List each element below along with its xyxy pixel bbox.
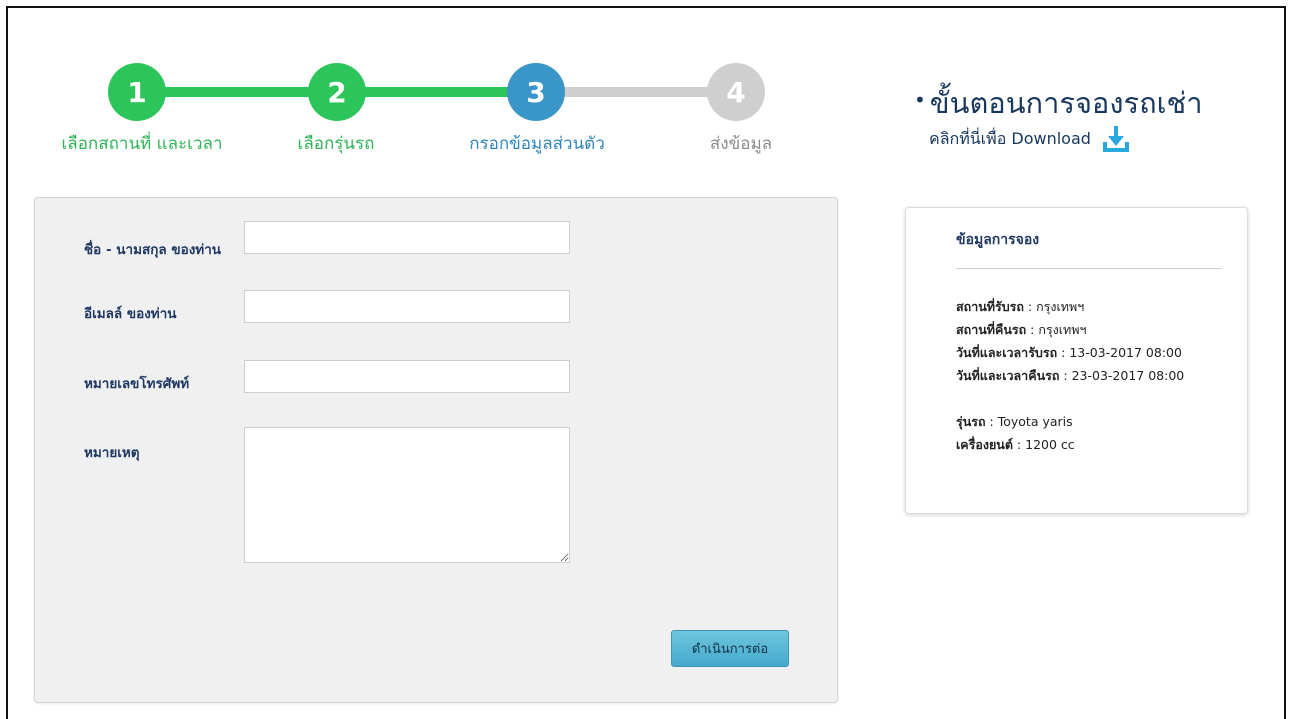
download-link[interactable]: คลิกที่นี่เพื่อ Download	[929, 125, 1131, 153]
note-label: หมายเหตุ	[84, 445, 140, 461]
step-2-label[interactable]: เลือกรุ่นรถ	[298, 130, 375, 157]
download-icon	[1102, 126, 1129, 152]
step-2-circle[interactable]: 2	[308, 63, 366, 121]
step-1-circle[interactable]: 1	[108, 63, 166, 121]
booking-info-title: ข้อมูลการจอง	[956, 232, 1040, 248]
engine-row: เครื่องยนต์ : 1200 cc	[956, 437, 1075, 452]
pickup-datetime-row: วันที่และเวลารับรถ : 13-03-2017 08:00	[956, 345, 1182, 360]
car-model-row: รุ่นรถ : Toyota yaris	[956, 414, 1073, 429]
booking-info-card: ข้อมูลการจอง สถานที่รับรถ : กรุงเทพฯ สถา…	[905, 207, 1248, 514]
email-label: อีเมลล์ ของท่าน	[84, 306, 177, 322]
pickup-location-row: สถานที่รับรถ : กรุงเทพฯ	[956, 299, 1085, 314]
step-4-circle: 4	[707, 63, 765, 121]
step-3-label[interactable]: กรอกข้อมูลส่วนตัว	[469, 130, 605, 157]
return-location-row: สถานที่คืนรถ : กรุงเทพฯ	[956, 322, 1087, 337]
step-1-label[interactable]: เลือกสถานที่ และเวลา	[61, 130, 222, 157]
note-textarea[interactable]	[244, 427, 570, 563]
card-divider	[956, 268, 1222, 269]
phone-label: หมายเลขโทรศัพท์	[84, 376, 190, 392]
name-input[interactable]	[244, 221, 570, 254]
name-label: ชื่อ - นามสกุล ของท่าน	[84, 242, 222, 258]
step-3-circle[interactable]: 3	[507, 63, 565, 121]
continue-button[interactable]: ดำเนินการต่อ	[671, 630, 789, 667]
booking-process-title: • ขั้นตอนการจองรถเช่า	[914, 80, 1203, 126]
process-title-text: ขั้นตอนการจองรถเช่า	[929, 86, 1203, 120]
bullet-icon: •	[914, 88, 926, 112]
download-link-text: คลิกที่นี่เพื่อ Download	[929, 128, 1091, 148]
step-4-label: ส่งข้อมูล	[709, 134, 773, 154]
phone-input[interactable]	[244, 360, 570, 393]
personal-info-form: ชื่อ - นามสกุล ของท่าน อีเมลล์ ของท่าน ห…	[34, 197, 838, 703]
email-input[interactable]	[244, 290, 570, 323]
step-connector-1-2	[137, 87, 337, 97]
return-datetime-row: วันที่และเวลาคืนรถ : 23-03-2017 08:00	[956, 368, 1185, 383]
